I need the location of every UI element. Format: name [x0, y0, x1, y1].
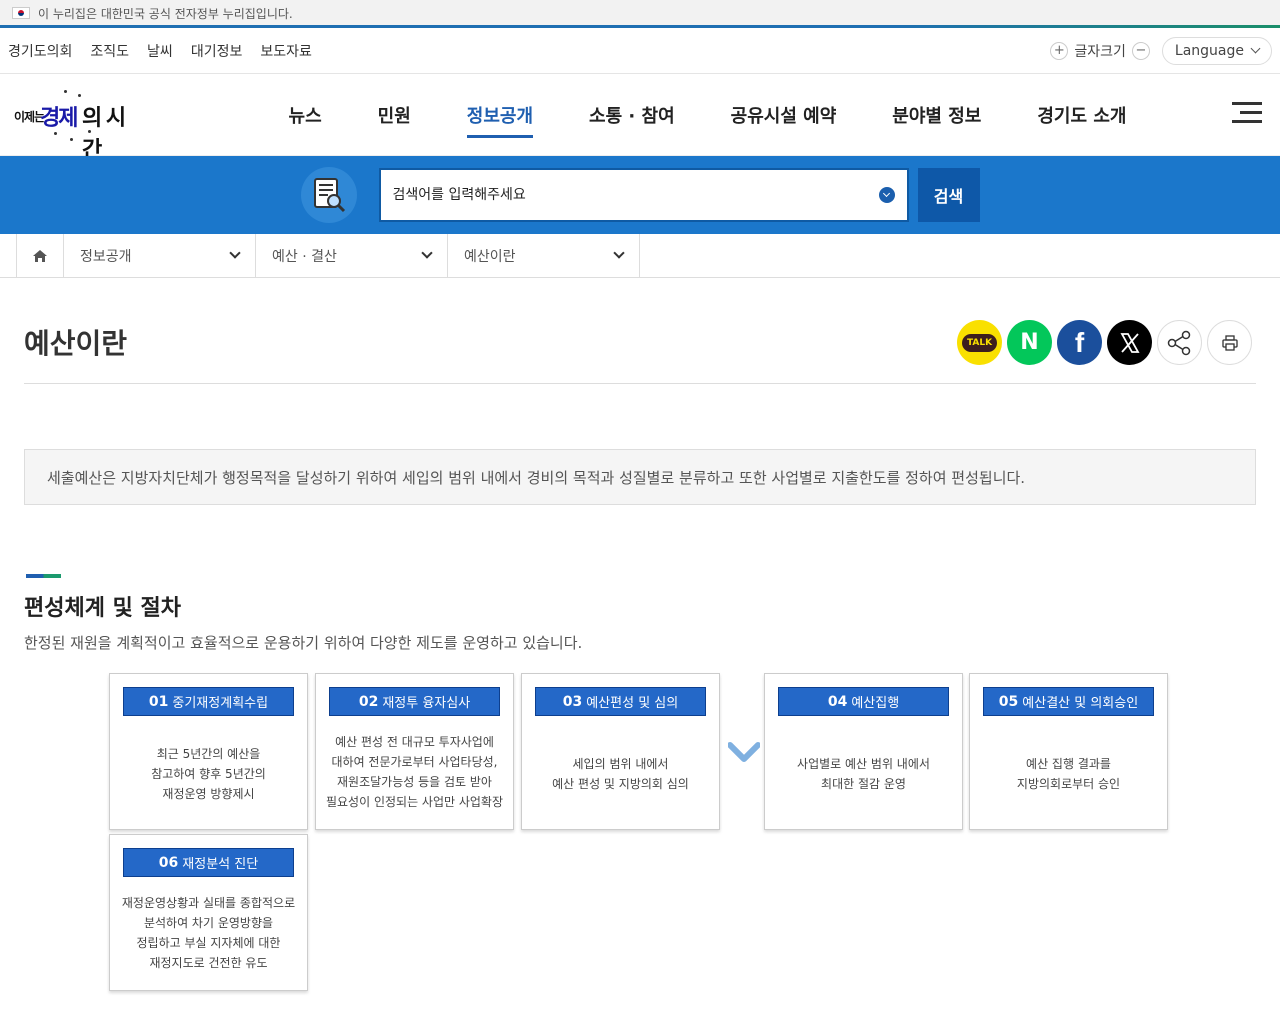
step-card-03: 03 예산편성 및 심의 세입의 범위 내에서 예산 편성 및 지방의회 심의 — [521, 673, 720, 830]
section-accent-bar — [26, 574, 61, 578]
gov-banner-divider — [0, 25, 1280, 28]
step-number: 05 — [998, 693, 1019, 710]
share-buttons: TALK N f — [957, 320, 1252, 365]
step-header: 01 중기재정계획수립 — [123, 687, 294, 716]
language-select[interactable]: Language — [1161, 36, 1272, 65]
document-search-icon — [300, 167, 357, 223]
step-number: 06 — [158, 854, 179, 871]
kakao-talk-icon[interactable]: TALK — [957, 320, 1002, 365]
breadcrumb-level-3[interactable]: 예산이란 — [448, 234, 640, 277]
chevron-down-icon — [727, 741, 761, 769]
font-size-label: 글자크기 — [1074, 43, 1126, 60]
main-nav: 뉴스 민원 정보공개 소통 · 참여 공유시설 예약 분야별 정보 경기도 소개 — [0, 74, 1280, 156]
breadcrumb: 정보공개 예산 · 결산 예산이란 — [0, 234, 1280, 278]
nav-participation[interactable]: 소통 · 참여 — [561, 102, 703, 128]
step-title: 재정분석 진단 — [182, 857, 259, 872]
step-number: 03 — [562, 693, 583, 710]
chevron-down-icon — [1250, 43, 1261, 54]
share-icon[interactable] — [1157, 320, 1202, 365]
font-increase-button[interactable]: + — [1050, 41, 1069, 60]
nav-news[interactable]: 뉴스 — [261, 102, 350, 128]
step-title: 예산편성 및 심의 — [586, 696, 679, 711]
font-decrease-button[interactable]: − — [1131, 41, 1150, 60]
step-title: 예산결산 및 의회승인 — [1022, 696, 1139, 711]
step-card-05: 05 예산결산 및 의회승인 예산 집행 결과를 지방의회로부터 승인 — [969, 673, 1168, 830]
language-label: Language — [1174, 42, 1244, 59]
search-input[interactable] — [392, 187, 879, 203]
utility-bar: 경기도의회 조직도 날씨 대기정보 보도자료 + 글자크기 − Language — [0, 28, 1280, 74]
util-link-weather[interactable]: 날씨 — [147, 41, 173, 61]
menu-icon[interactable] — [1232, 102, 1262, 124]
step-body: 예산 편성 전 대규모 투자사업에 대하여 전문가로부터 사업타당성, 재원조달… — [325, 734, 504, 809]
naver-icon[interactable]: N — [1007, 320, 1052, 365]
gov-banner-text: 이 누리집은 대한민국 공식 전자정부 누리집입니다. — [38, 6, 293, 21]
nav-facility-reservation[interactable]: 공유시설 예약 — [703, 102, 865, 128]
step-header: 06 재정분석 진단 — [123, 848, 294, 877]
section-title: 편성체계 및 절차 — [24, 596, 181, 621]
step-title: 중기재정계획수립 — [172, 696, 269, 711]
notice-box: 세출예산은 지방자치단체가 행정목적을 달성하기 위하여 세입의 범위 내에서 … — [24, 449, 1256, 505]
step-number: 04 — [827, 693, 848, 710]
search-dropdown-icon[interactable] — [878, 187, 895, 203]
print-icon[interactable] — [1207, 320, 1252, 365]
step-header: 05 예산결산 및 의회승인 — [983, 687, 1154, 716]
step-header: 02 재정투 융자심사 — [329, 687, 500, 716]
step-title: 예산집행 — [851, 696, 900, 711]
gov-banner: 이 누리집은 대한민국 공식 전자정부 누리집입니다. — [0, 0, 1280, 28]
step-body: 세입의 범위 내에서 예산 편성 및 지방의회 심의 — [552, 756, 689, 791]
util-link-council[interactable]: 경기도의회 — [8, 41, 72, 61]
step-number: 01 — [148, 693, 169, 710]
nav-about[interactable]: 경기도 소개 — [1009, 102, 1154, 128]
step-card-06: 06 재정분석 진단 재정운영상황과 실태를 종합적으로 분석하여 차기 운영방향… — [109, 834, 308, 991]
nav-field-info[interactable]: 분야별 정보 — [864, 102, 1009, 128]
facebook-icon[interactable]: f — [1057, 320, 1102, 365]
breadcrumb-level-2[interactable]: 예산 · 결산 — [256, 234, 448, 277]
step-header: 03 예산편성 및 심의 — [535, 687, 706, 716]
breadcrumb-label: 예산 · 결산 — [272, 248, 337, 265]
utility-links: 경기도의회 조직도 날씨 대기정보 보도자료 — [8, 41, 312, 61]
korea-flag-icon — [12, 7, 30, 19]
step-body: 사업별로 예산 범위 내에서 최대한 절감 운영 — [797, 756, 930, 791]
breadcrumb-label: 예산이란 — [464, 248, 516, 265]
chevron-down-icon — [613, 247, 625, 259]
chevron-down-icon — [229, 247, 241, 259]
util-link-air-quality[interactable]: 대기정보 — [191, 41, 243, 61]
section-description: 한정된 재원을 계획적이고 효율적으로 운용하기 위하여 다양한 제도를 운영하… — [24, 634, 583, 652]
breadcrumb-label: 정보공개 — [80, 248, 132, 265]
search-band: 검색 — [0, 156, 1280, 234]
step-body: 재정운영상황과 실태를 종합적으로 분석하여 차기 운영방향을 정립하고 부실 … — [121, 895, 296, 970]
home-icon[interactable] — [16, 234, 64, 277]
title-row: 예산이란 TALK N f — [24, 318, 1256, 384]
breadcrumb-level-1[interactable]: 정보공개 — [64, 234, 256, 277]
util-link-press[interactable]: 보도자료 — [260, 41, 312, 61]
step-card-01: 01 중기재정계획수립 최근 5년간의 예산을 참고하여 향후 5년간의 재정운영… — [109, 673, 308, 830]
nav-info-disclosure[interactable]: 정보공개 — [439, 102, 561, 138]
site-header: 이제는 경제 의 시간 뉴스 민원 정보공개 소통 · 참여 공유시설 예약 분… — [0, 74, 1280, 163]
nav-civil[interactable]: 민원 — [350, 102, 439, 128]
chevron-down-icon — [421, 247, 433, 259]
utility-right: + 글자크기 − Language — [1050, 36, 1272, 65]
step-number: 02 — [358, 693, 379, 710]
search-button[interactable]: 검색 — [917, 168, 980, 222]
font-size-control: + 글자크기 − — [1050, 41, 1150, 61]
search-box — [378, 168, 909, 222]
step-title: 재정투 융자심사 — [382, 696, 471, 711]
x-twitter-icon[interactable] — [1107, 320, 1152, 365]
step-card-02: 02 재정투 융자심사 예산 편성 전 대규모 투자사업에 대하여 전문가로부터 … — [315, 673, 514, 830]
step-body: 예산 집행 결과를 지방의회로부터 승인 — [1016, 756, 1121, 791]
step-header: 04 예산집행 — [778, 687, 949, 716]
page-title: 예산이란 — [24, 327, 128, 360]
util-link-org-chart[interactable]: 조직도 — [90, 41, 129, 61]
step-body: 최근 5년간의 예산을 참고하여 향후 5년간의 재정운영 방향제시 — [151, 746, 266, 801]
step-card-04: 04 예산집행 사업별로 예산 범위 내에서 최대한 절감 운영 — [764, 673, 963, 830]
